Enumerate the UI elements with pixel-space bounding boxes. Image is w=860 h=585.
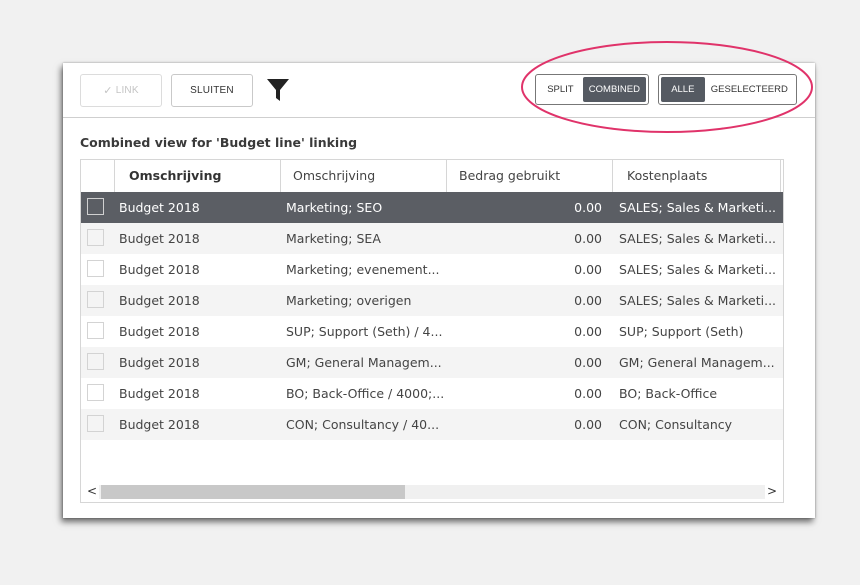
cell-cost-center: SALES; Sales & Marketi... xyxy=(619,231,777,246)
cell-amount-used: 0.00 xyxy=(574,231,602,246)
cell-description: CON; Consultancy / 40... xyxy=(286,417,440,432)
cell-description: GM; General Managem... xyxy=(286,355,442,370)
cell-description: Marketing; SEO xyxy=(286,200,383,215)
table-row[interactable]: Budget 2018 GM; General Managem... 0.00 GM;… xyxy=(81,347,783,378)
cell-description: Marketing; SEA xyxy=(286,231,381,246)
select-column-header xyxy=(81,160,115,192)
cell-budget: Budget 2018 xyxy=(119,200,200,215)
cell-budget: Budget 2018 xyxy=(119,386,200,401)
scope-toggle: ALLE GESELECTEERD xyxy=(658,74,797,105)
cell-cost-center: SALES; Sales & Marketi... xyxy=(619,293,777,308)
cell-description: Marketing; evenement... xyxy=(286,262,440,277)
row-checkbox[interactable] xyxy=(87,322,104,339)
column-header-budget[interactable]: Omschrijving xyxy=(115,160,281,192)
cell-cost-center: CON; Consultancy xyxy=(619,417,733,432)
cell-amount-used: 0.00 xyxy=(574,293,602,308)
link-button[interactable]: ✓ LINK xyxy=(80,74,162,107)
cell-cost-center: GM; General Managem... xyxy=(619,355,775,370)
grid-header: Omschrijving Omschrijving Bedrag gebruik… xyxy=(81,160,783,193)
cell-cost-center: SALES; Sales & Marketi... xyxy=(619,200,777,215)
column-header-description[interactable]: Omschrijving xyxy=(281,160,447,192)
cell-description: BO; Back-Office / 4000;... xyxy=(286,386,445,401)
linking-dialog: ✓ LINK SLUITEN SPLIT COMBINED ALLE GESEL… xyxy=(63,63,815,518)
cell-amount-used: 0.00 xyxy=(574,324,602,339)
row-checkbox[interactable] xyxy=(87,353,104,370)
close-button[interactable]: SLUITEN xyxy=(171,74,253,107)
cell-amount-used: 0.00 xyxy=(574,417,602,432)
table-row[interactable]: Budget 2018 Marketing; overigen 0.00 SALES;… xyxy=(81,285,783,316)
cell-budget: Budget 2018 xyxy=(119,293,200,308)
split-view-button[interactable]: SPLIT xyxy=(538,77,583,102)
cell-amount-used: 0.00 xyxy=(574,200,602,215)
combined-view-button[interactable]: COMBINED xyxy=(582,77,646,102)
row-checkbox[interactable] xyxy=(87,229,104,246)
table-row[interactable]: Budget 2018 CON; Consultancy / 40... 0.00 C… xyxy=(81,409,783,440)
scroll-right-arrow-icon[interactable]: > xyxy=(767,484,777,498)
table-row[interactable]: Budget 2018 Marketing; SEA 0.00 SALES; Sale… xyxy=(81,223,783,254)
scroll-left-arrow-icon[interactable]: < xyxy=(87,484,97,498)
row-checkbox[interactable] xyxy=(87,198,104,215)
checkmark-icon: ✓ xyxy=(103,85,113,97)
cell-cost-center: BO; Back-Office xyxy=(619,386,718,401)
horizontal-scrollbar[interactable]: < > xyxy=(81,482,783,501)
cell-amount-used: 0.00 xyxy=(574,262,602,277)
scroll-thumb[interactable] xyxy=(101,485,405,499)
all-filter-button[interactable]: ALLE xyxy=(661,77,705,102)
cell-cost-center: SUP; Support (Seth) xyxy=(619,324,744,339)
budget-line-grid: Omschrijving Omschrijving Bedrag gebruik… xyxy=(80,159,784,503)
cell-budget: Budget 2018 xyxy=(119,355,200,370)
view-mode-toggle: SPLIT COMBINED xyxy=(535,74,649,105)
row-checkbox[interactable] xyxy=(87,415,104,432)
column-header-cost-center[interactable]: Kostenplaats xyxy=(613,160,781,192)
column-header-amount-used[interactable]: Bedrag gebruikt xyxy=(447,160,613,192)
funnel-icon[interactable] xyxy=(266,77,290,103)
link-button-label: LINK xyxy=(115,85,139,96)
cell-amount-used: 0.00 xyxy=(574,355,602,370)
table-row[interactable]: Budget 2018 SUP; Support (Seth) / 4... 0.0… xyxy=(81,316,783,347)
table-row[interactable]: Budget 2018 BO; Back-Office / 4000;... 0.0… xyxy=(81,378,783,409)
table-row[interactable]: Budget 2018 Marketing; evenement... 0.00 SA… xyxy=(81,254,783,285)
cell-budget: Budget 2018 xyxy=(119,231,200,246)
cell-description: SUP; Support (Seth) / 4... xyxy=(286,324,443,339)
toolbar: ✓ LINK SLUITEN SPLIT COMBINED ALLE GESEL… xyxy=(63,63,815,118)
table-row[interactable]: Budget 2018 Marketing; SEO 0.00 SALES; Sale… xyxy=(81,192,783,223)
row-checkbox[interactable] xyxy=(87,260,104,277)
cell-description: Marketing; overigen xyxy=(286,293,412,308)
cell-amount-used: 0.00 xyxy=(574,386,602,401)
cell-cost-center: SALES; Sales & Marketi... xyxy=(619,262,777,277)
cell-budget: Budget 2018 xyxy=(119,262,200,277)
row-checkbox[interactable] xyxy=(87,291,104,308)
selected-filter-button[interactable]: GESELECTEERD xyxy=(705,77,794,102)
grid-caption: Combined view for 'Budget line' linking xyxy=(80,135,358,150)
row-checkbox[interactable] xyxy=(87,384,104,401)
cell-budget: Budget 2018 xyxy=(119,417,200,432)
cell-budget: Budget 2018 xyxy=(119,324,200,339)
